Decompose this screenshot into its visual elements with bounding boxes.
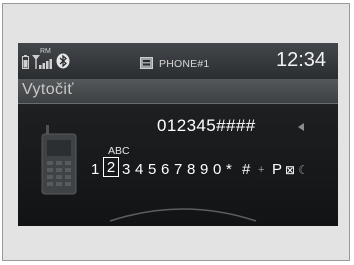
key-5[interactable]: 5 — [148, 161, 156, 178]
screen-title: Vytočiť — [22, 81, 74, 98]
key-2-selected[interactable]: 2 — [103, 157, 119, 177]
key-4[interactable]: 4 — [135, 161, 143, 178]
phone-name: PHONE#1 — [159, 58, 210, 70]
key-9[interactable]: 9 — [200, 161, 208, 178]
key-0[interactable]: 0 — [213, 161, 221, 178]
key-clear[interactable]: ⊠ — [285, 163, 295, 177]
key-3[interactable]: 3 — [122, 161, 130, 178]
key-pause[interactable]: P — [272, 161, 282, 178]
battery-icon — [22, 55, 29, 69]
keypad-letters: ABC — [108, 145, 130, 157]
key-star[interactable]: * — [226, 161, 232, 178]
clock: 12:34 — [276, 49, 327, 71]
key-1[interactable]: 1 — [91, 161, 99, 178]
backspace-icon[interactable] — [298, 123, 304, 131]
key-hash[interactable]: # — [242, 161, 250, 178]
phone-book-icon — [140, 57, 153, 69]
key-plus[interactable]: + — [258, 164, 264, 176]
bluetooth-icon — [56, 53, 70, 69]
key-redial[interactable]: ☾ — [298, 163, 309, 177]
title-bar: Vytočiť — [18, 79, 338, 104]
selector-arc — [109, 208, 257, 222]
dialed-number: 012345#### — [157, 116, 256, 135]
signal-icon — [32, 55, 52, 69]
key-8[interactable]: 8 — [187, 161, 195, 178]
status-bar: RM PHONE#1 12:34 — [18, 43, 338, 79]
phone-dial-screen: RM PHONE#1 12:34 Vytočiť 012345#### ABC — [18, 43, 338, 226]
key-6[interactable]: 6 — [161, 161, 169, 178]
roaming-indicator: RM — [40, 48, 51, 55]
handset-icon — [41, 125, 77, 195]
key-7[interactable]: 7 — [174, 161, 182, 178]
